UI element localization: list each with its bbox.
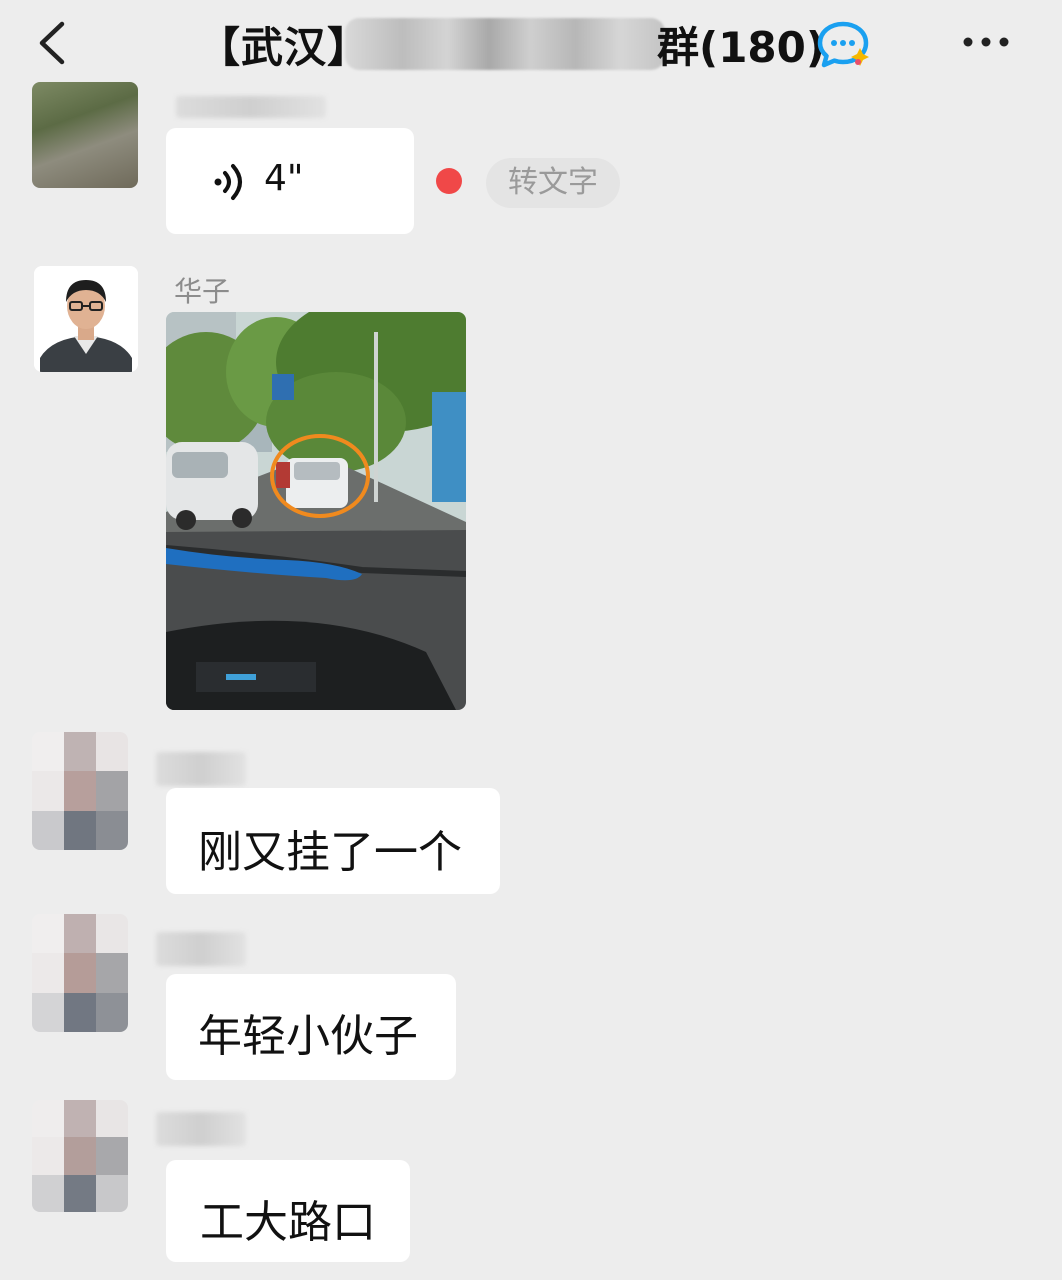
sender-name-redacted xyxy=(156,1112,246,1146)
sender-name-redacted xyxy=(176,96,326,118)
message-text: 年轻小伙子 xyxy=(198,1011,418,1062)
image-message[interactable] xyxy=(166,312,466,710)
text-message-bubble[interactable]: 年轻小伙子 xyxy=(166,974,456,1080)
chat-title-suffix: 群(180) xyxy=(657,23,826,72)
voice-message-bubble[interactable]: 4" xyxy=(166,128,414,234)
redacted-title-region xyxy=(345,18,665,70)
unread-dot xyxy=(436,168,462,194)
sender-name-redacted xyxy=(156,752,246,786)
voice-wave-icon xyxy=(214,164,242,200)
sender-name-redacted xyxy=(156,932,246,966)
message-text: 工大路口 xyxy=(200,1197,376,1248)
avatar[interactable] xyxy=(32,82,138,188)
text-message-bubble[interactable]: 工大路口 xyxy=(166,1160,410,1262)
photo-street-view xyxy=(166,312,466,710)
back-arrow-icon[interactable] xyxy=(30,18,80,68)
message-text: 刚又挂了一个 xyxy=(198,827,462,878)
avatar-redacted[interactable] xyxy=(32,1100,128,1212)
text-message-bubble[interactable]: 刚又挂了一个 xyxy=(166,788,500,894)
sender-name: 华子 xyxy=(174,275,231,308)
more-icon[interactable] xyxy=(956,20,1016,64)
convert-to-text-button[interactable]: 转文字 xyxy=(486,158,620,208)
avatar-redacted[interactable] xyxy=(32,914,128,1032)
avatar-huazi[interactable] xyxy=(34,266,138,372)
chat-header: 【武汉】 群(180) xyxy=(0,0,1062,96)
avatar-redacted[interactable] xyxy=(32,732,128,850)
voice-duration: 4" xyxy=(264,158,304,199)
group-chat-icon[interactable] xyxy=(814,18,876,74)
